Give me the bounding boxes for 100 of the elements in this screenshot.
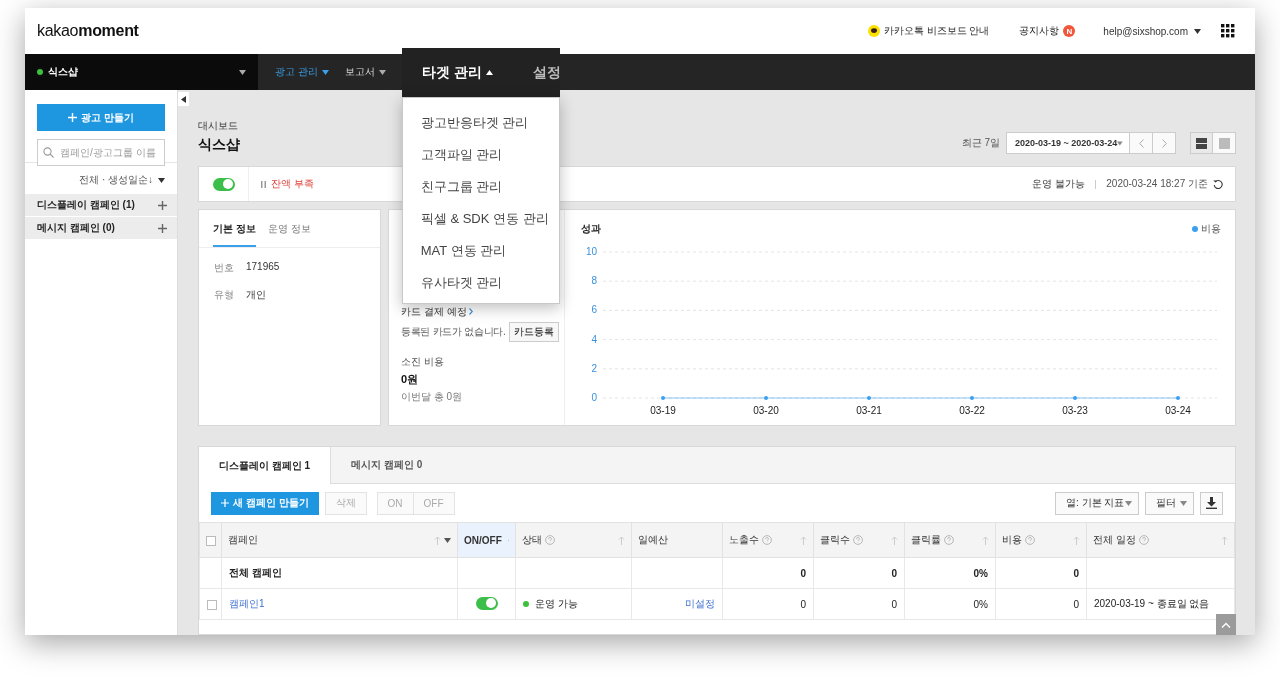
collapse-arrow-icon bbox=[181, 95, 186, 103]
register-card-button[interactable]: 카드등록 bbox=[509, 322, 560, 342]
date-range-select[interactable]: 2020-03-19 ~ 2020-03-24 bbox=[1006, 132, 1130, 154]
card-tab[interactable]: 운영 정보 bbox=[267, 222, 311, 247]
axis-label: 03-24 bbox=[1165, 405, 1191, 416]
column-header[interactable]: ON/OFF bbox=[457, 522, 516, 558]
checkbox[interactable] bbox=[207, 599, 217, 610]
column-header[interactable]: 캠페인 bbox=[221, 522, 458, 558]
download-icon bbox=[1206, 497, 1217, 509]
nav-item[interactable]: 보고서 bbox=[344, 54, 386, 90]
account-selector[interactable]: 식스샵 bbox=[25, 54, 258, 90]
logo[interactable]: kakaomoment bbox=[37, 22, 139, 40]
menu-item[interactable]: 픽셀 & SDK 연동 관리 bbox=[402, 203, 559, 235]
column-header[interactable]: 상태 bbox=[515, 522, 632, 558]
column-header[interactable]: 전체 일정 bbox=[1086, 522, 1235, 558]
view-toggle-button[interactable] bbox=[1213, 132, 1236, 154]
apps-grid-icon[interactable] bbox=[1221, 24, 1235, 38]
data-point bbox=[970, 396, 974, 400]
pause-icon bbox=[261, 180, 266, 188]
checkbox[interactable] bbox=[206, 535, 216, 546]
status-text: 운영 불가능 bbox=[1032, 177, 1086, 191]
search-icon bbox=[43, 147, 54, 158]
data-point bbox=[764, 396, 768, 400]
previous-button[interactable] bbox=[1130, 132, 1153, 154]
table-cell: 0 bbox=[995, 557, 1087, 589]
plus-icon bbox=[68, 113, 78, 122]
menu-item[interactable]: MAT 연동 관리 bbox=[402, 235, 559, 267]
header-link[interactable]: 공지사항 N bbox=[1019, 24, 1076, 38]
caret-icon bbox=[1117, 140, 1123, 146]
range-label: 최근 7일 bbox=[961, 136, 1000, 150]
caret-icon bbox=[1180, 500, 1187, 506]
sort-arrow-icon[interactable] bbox=[1221, 535, 1228, 545]
table-cell: 0% bbox=[904, 588, 996, 620]
data-point bbox=[1176, 396, 1180, 400]
filter-select[interactable]: 필터 bbox=[1145, 491, 1194, 515]
plus-icon bbox=[221, 499, 229, 507]
help-icon[interactable] bbox=[545, 535, 555, 545]
columns-select[interactable]: 열: 기본 지표 bbox=[1055, 491, 1139, 515]
view-toggle-button[interactable] bbox=[1190, 132, 1213, 154]
data-point bbox=[661, 396, 665, 400]
axis-label: 0 bbox=[591, 392, 597, 403]
header-link[interactable]: 카카오톡 비즈보드 안내 bbox=[867, 24, 990, 38]
scroll-top-button[interactable] bbox=[1216, 614, 1236, 635]
help-icon[interactable] bbox=[1025, 535, 1035, 545]
menu-item[interactable]: 광고반응타겟 관리 bbox=[402, 107, 559, 139]
campaign-group[interactable]: 디스플레이 캠페인 (1) bbox=[25, 194, 177, 217]
chevron-right-icon bbox=[469, 308, 474, 315]
nav-item[interactable]: 설정 bbox=[532, 48, 561, 97]
table-cell: 0 bbox=[722, 557, 814, 589]
help-icon[interactable] bbox=[853, 535, 863, 545]
alert-text: 잔액 부족 bbox=[271, 177, 314, 191]
sort-arrow-icon[interactable] bbox=[1073, 535, 1080, 545]
month-total: 이번달 총 0원 bbox=[401, 390, 464, 404]
column-header[interactable]: 일예산 bbox=[631, 522, 723, 558]
help-icon[interactable] bbox=[762, 535, 772, 545]
help-icon[interactable] bbox=[1138, 535, 1149, 545]
status-text: 운영 가능 bbox=[535, 597, 578, 611]
axis-label: 8 bbox=[591, 275, 597, 287]
budget-link[interactable]: 미설정 bbox=[685, 598, 715, 609]
menu-item[interactable]: 유사타겟 관리 bbox=[402, 267, 559, 299]
sort-arrow-icon[interactable] bbox=[800, 535, 807, 545]
caret-icon bbox=[158, 177, 165, 183]
chevron-right-icon bbox=[1161, 138, 1167, 148]
axis-label: 03-20 bbox=[753, 405, 779, 416]
help-icon[interactable] bbox=[944, 535, 954, 545]
sort-arrow-icon[interactable] bbox=[891, 535, 898, 545]
toggle-switch[interactable] bbox=[212, 177, 235, 191]
table-cell: 0 bbox=[722, 588, 814, 620]
axis-label: 6 bbox=[591, 304, 597, 316]
caret-icon[interactable] bbox=[444, 537, 451, 543]
next-button[interactable] bbox=[1153, 132, 1176, 154]
add-icon bbox=[158, 200, 167, 210]
caret-icon bbox=[1194, 28, 1201, 34]
toggle-switch[interactable] bbox=[475, 596, 498, 610]
caret-icon bbox=[1125, 500, 1132, 506]
search-field[interactable]: 캠페인/광고그룹 이름 bbox=[37, 139, 165, 166]
menu-item[interactable]: 친구그룹 관리 bbox=[402, 171, 559, 203]
breadcrumb[interactable]: 대시보드 bbox=[198, 119, 240, 133]
single-view-icon bbox=[1218, 137, 1230, 149]
sort-arrow-icon[interactable] bbox=[618, 535, 625, 545]
campaign-tab[interactable]: 디스플레이 캠페인 1 bbox=[199, 447, 332, 484]
refresh-icon[interactable] bbox=[1213, 179, 1223, 189]
card-tab[interactable]: 기본 정보 bbox=[213, 222, 256, 247]
column-header[interactable]: 노출수 bbox=[722, 522, 814, 558]
payment-link[interactable]: 카드 결제 예정 bbox=[401, 305, 560, 319]
campaign-group[interactable]: 메시지 캠페인 (0) bbox=[25, 217, 177, 240]
axis-label: 03-23 bbox=[1062, 405, 1088, 416]
nav-item[interactable]: 광고 관리 bbox=[275, 54, 329, 90]
nav-item[interactable]: 타겟 관리 bbox=[421, 48, 493, 97]
campaign-tab[interactable]: 메시지 캠페인 0 bbox=[331, 447, 444, 483]
column-header[interactable]: 클릭률 bbox=[904, 522, 996, 558]
download-button[interactable] bbox=[1200, 491, 1223, 515]
sort-arrow-icon[interactable] bbox=[982, 535, 989, 545]
column-header[interactable]: 클릭수 bbox=[813, 522, 905, 558]
menu-item[interactable]: 고객파일 관리 bbox=[402, 139, 559, 171]
collapse-button[interactable] bbox=[178, 92, 189, 106]
table-cell: 전체 캠페인 bbox=[221, 557, 458, 589]
column-header[interactable]: 비용 bbox=[995, 522, 1087, 558]
campaign-link[interactable]: 캠페인1 bbox=[229, 598, 265, 609]
account-menu[interactable]: help@sixshop.com bbox=[1103, 25, 1201, 37]
